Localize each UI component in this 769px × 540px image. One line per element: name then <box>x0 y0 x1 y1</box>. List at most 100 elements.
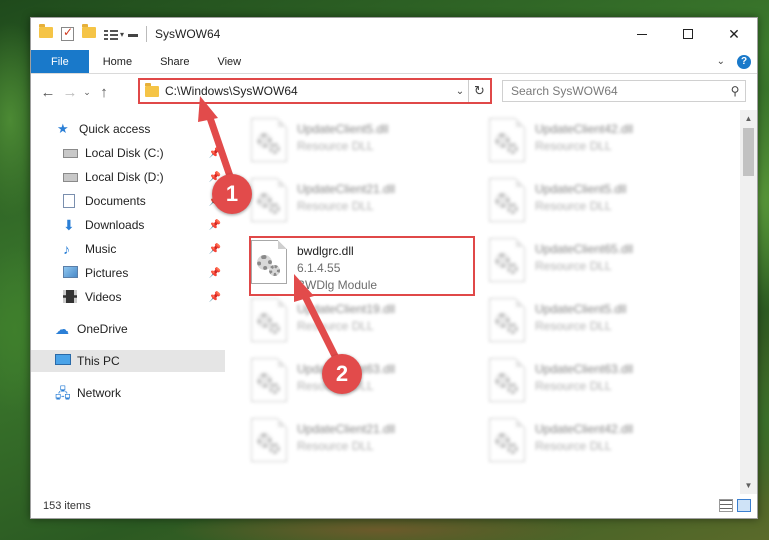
folder-icon <box>145 82 159 97</box>
list-item[interactable]: UpdateClient42.dll Resource DLL <box>489 118 633 174</box>
forward-arrow-icon[interactable]: → <box>59 84 81 101</box>
list-item[interactable]: UpdateClient5.dll Resource DLL <box>489 298 626 354</box>
pin-icon[interactable]: 📌 <box>209 292 221 303</box>
up-arrow-icon[interactable]: ↑ <box>93 84 115 101</box>
minimize-icon <box>637 33 647 35</box>
tab-view[interactable]: View <box>203 50 255 73</box>
vertical-scrollbar[interactable]: ▲ ▼ <box>740 110 757 494</box>
list-item[interactable]: UpdateClient19.dll Resource DLL <box>251 298 395 354</box>
new-folder-icon[interactable] <box>82 24 96 41</box>
drive-icon <box>63 146 79 160</box>
dll-file-icon <box>251 358 287 402</box>
star-icon: ★ <box>57 121 69 136</box>
list-item[interactable]: UpdateClient5.dll Resource DLL <box>251 118 388 174</box>
view-toggle <box>719 499 751 512</box>
help-icon[interactable]: ? <box>737 54 751 69</box>
scroll-up-icon[interactable]: ▲ <box>740 110 757 127</box>
title-bar: ▾ ▬ SysWOW64 ✕ <box>31 18 757 50</box>
dll-file-icon <box>489 118 525 162</box>
recent-locations-chevron-icon[interactable]: ⌄ <box>81 87 93 98</box>
file-highlight-box <box>249 236 475 296</box>
refresh-icon[interactable]: ↻ <box>468 80 490 102</box>
pin-icon[interactable]: 📌 <box>209 220 221 231</box>
list-item[interactable]: UpdateClient63.dll Resource DLL <box>489 358 633 414</box>
dll-file-icon <box>251 418 287 462</box>
list-item[interactable]: UpdateClient21.dll Resource DLL <box>251 418 395 474</box>
file-name: UpdateClient65.dll <box>535 242 634 256</box>
file-type: Resource DLL <box>535 259 612 273</box>
sidebar-item-this-pc[interactable]: This PC <box>31 350 225 372</box>
file-name: UpdateClient19.dll <box>297 302 396 316</box>
sidebar-item-label: OneDrive <box>77 322 128 336</box>
file-type: Resource DLL <box>535 319 612 333</box>
navigation-bar: ← → ⌄ ↑ C:\Windows\SysWOW64 ⌄ ↻ Search S… <box>31 75 757 109</box>
chevron-down-icon[interactable]: ▾ <box>120 30 124 39</box>
file-name: UpdateClient42.dll <box>535 122 634 136</box>
list-item[interactable]: UpdateClient65.dll Resource DLL <box>489 238 633 294</box>
close-icon: ✕ <box>728 25 740 42</box>
pin-icon[interactable]: 📌 <box>209 244 221 255</box>
search-icon[interactable]: ⚲ <box>725 84 745 98</box>
step-2-badge: 2 <box>322 354 362 394</box>
pin-icon[interactable]: 📌 <box>209 268 221 279</box>
toolbar-overflow-icon[interactable]: ▬ <box>128 29 138 40</box>
sidebar-item-onedrive[interactable]: ☁ OneDrive <box>31 318 225 340</box>
sidebar-item-label: Local Disk (D:) <box>85 170 164 184</box>
sidebar-item-downloads[interactable]: ⬇ Downloads 📌 <box>31 214 225 236</box>
close-button[interactable]: ✕ <box>711 18 757 50</box>
file-name: UpdateClient21.dll <box>297 422 396 436</box>
ribbon-right-controls: ⌄ ? <box>717 50 757 73</box>
search-input[interactable]: Search SysWOW64 <box>511 84 725 98</box>
videos-icon <box>63 290 79 304</box>
expand-ribbon-icon[interactable]: ⌄ <box>717 56 725 67</box>
pin-icon[interactable]: 📌 <box>209 148 221 159</box>
address-path[interactable]: C:\Windows\SysWOW64 <box>165 84 452 98</box>
tab-home[interactable]: Home <box>89 50 146 73</box>
sidebar-item-quick-access[interactable]: ★ Quick access <box>31 118 225 140</box>
file-type: Resource DLL <box>535 199 612 213</box>
customize-list-icon[interactable] <box>104 28 118 40</box>
navigation-pane: ★ Quick access Local Disk (C:) 📌 Local D… <box>31 110 225 494</box>
scroll-thumb[interactable] <box>743 128 754 176</box>
sidebar-item-local-disk-c[interactable]: Local Disk (C:) 📌 <box>31 142 225 164</box>
step-1-badge: 1 <box>212 174 252 214</box>
file-name: UpdateClient5.dll <box>535 182 627 196</box>
sidebar-item-pictures[interactable]: Pictures 📌 <box>31 262 225 284</box>
dll-file-icon <box>489 178 525 222</box>
maximize-icon <box>683 29 693 39</box>
dll-file-icon <box>251 118 287 162</box>
folder-icon <box>39 24 53 41</box>
file-type: Resource DLL <box>297 319 374 333</box>
file-list: UpdateClient5.dll Resource DLL UpdateClie… <box>226 110 740 494</box>
sidebar-item-label: Network <box>77 386 122 400</box>
sidebar-item-documents[interactable]: Documents 📌 <box>31 190 225 212</box>
sidebar-item-music[interactable]: ♪ Music 📌 <box>31 238 225 260</box>
address-bar[interactable]: C:\Windows\SysWOW64 ⌄ ↻ <box>138 78 492 104</box>
sidebar-item-videos[interactable]: Videos 📌 <box>31 286 225 308</box>
scroll-down-icon[interactable]: ▼ <box>740 477 757 494</box>
sidebar-item-network[interactable]: 🖧 Network <box>31 382 225 404</box>
drive-icon <box>63 170 79 184</box>
details-view-icon[interactable] <box>719 499 733 512</box>
back-arrow-icon[interactable]: ← <box>37 84 59 101</box>
large-icons-view-icon[interactable] <box>737 499 751 512</box>
sidebar-item-local-disk-d[interactable]: Local Disk (D:) 📌 <box>31 166 225 188</box>
toolbar-divider <box>146 26 148 42</box>
tab-file[interactable]: File <box>31 50 89 73</box>
list-item[interactable]: UpdateClient42.dll Resource DLL <box>489 418 633 474</box>
pictures-icon <box>63 266 79 280</box>
search-box[interactable]: Search SysWOW64 ⚲ <box>502 80 746 102</box>
file-name: UpdateClient21.dll <box>297 182 396 196</box>
list-item[interactable]: UpdateClient21.dll Resource DLL <box>251 178 395 234</box>
properties-check-icon[interactable] <box>61 25 74 41</box>
file-type: Resource DLL <box>297 139 374 153</box>
minimize-button[interactable] <box>619 18 665 50</box>
file-type: Resource DLL <box>297 439 374 453</box>
address-dropdown-icon[interactable]: ⌄ <box>452 86 468 97</box>
window-controls: ✕ <box>619 18 757 50</box>
maximize-button[interactable] <box>665 18 711 50</box>
tab-share[interactable]: Share <box>146 50 203 73</box>
sidebar-item-label: This PC <box>77 354 120 368</box>
file-type: Resource DLL <box>535 439 612 453</box>
list-item[interactable]: UpdateClient5.dll Resource DLL <box>489 178 626 234</box>
